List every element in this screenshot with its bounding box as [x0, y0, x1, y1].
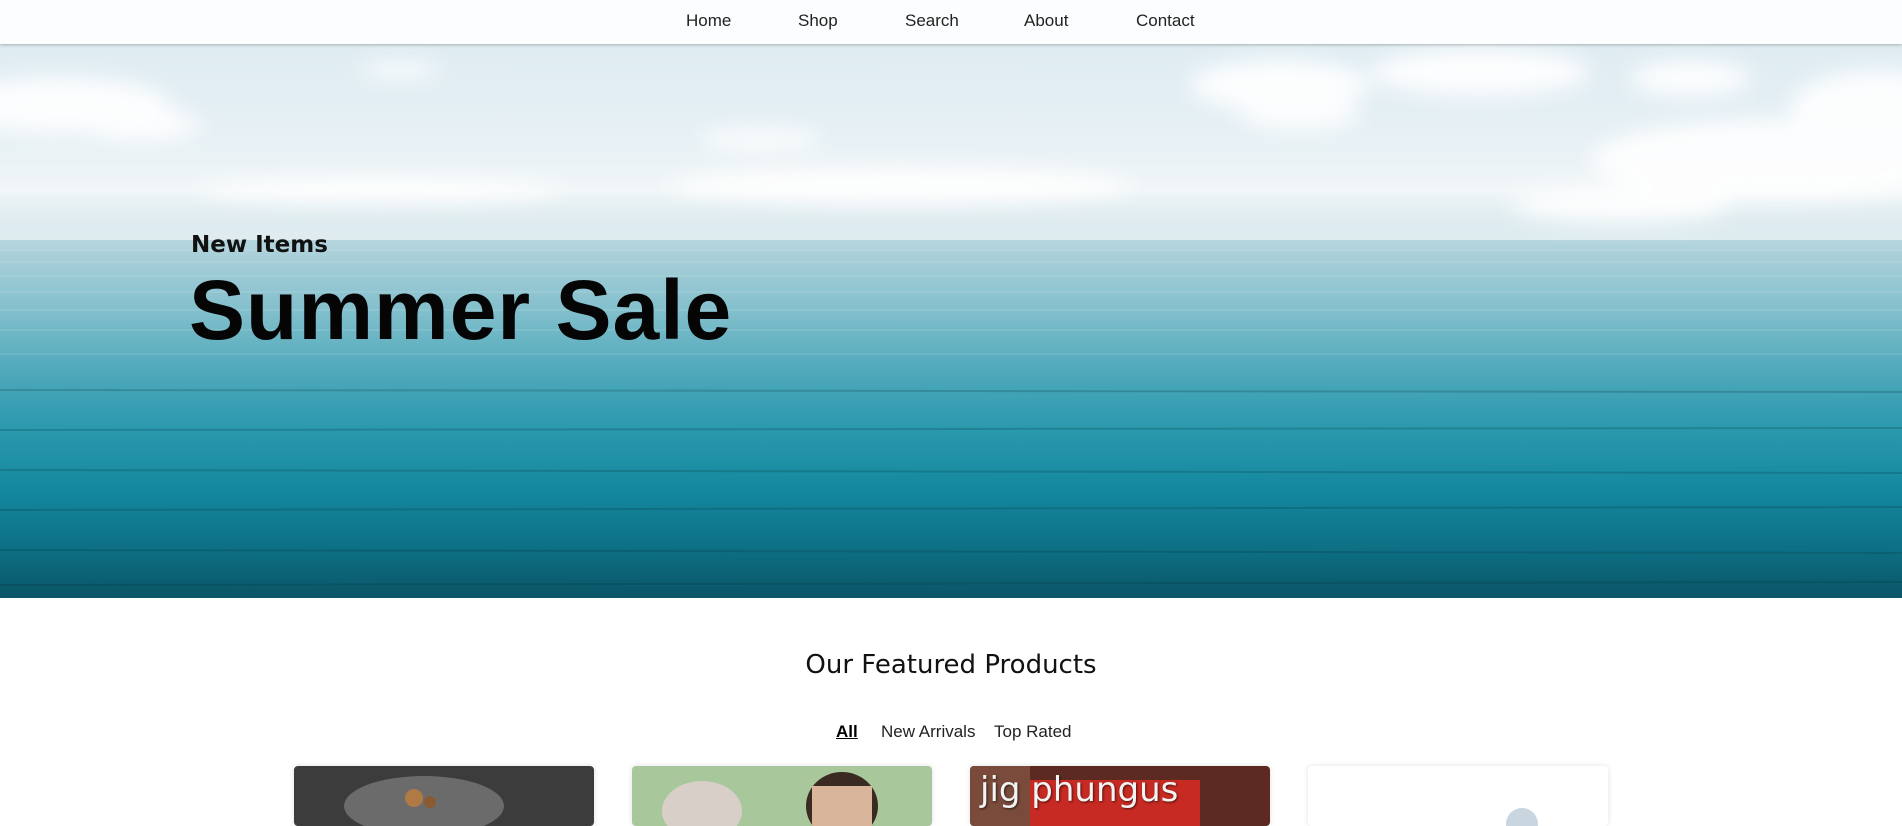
- nav-home-link[interactable]: Home: [686, 11, 731, 31]
- product-image: [294, 766, 594, 826]
- product-card[interactable]: [632, 766, 932, 826]
- product-card[interactable]: jig phungus: [970, 766, 1270, 826]
- product-image: [1308, 766, 1608, 826]
- product-image-caption: jig phungus: [980, 770, 1179, 810]
- product-card[interactable]: [1308, 766, 1608, 826]
- product-image: [632, 766, 932, 826]
- tab-all[interactable]: All: [836, 722, 858, 742]
- nav-shop-link[interactable]: Shop: [798, 11, 838, 31]
- featured-products-heading: Our Featured Products: [805, 650, 1097, 680]
- nav-search-link[interactable]: Search: [905, 11, 959, 31]
- product-card[interactable]: [294, 766, 594, 826]
- nav-contact-link[interactable]: Contact: [1136, 11, 1195, 31]
- hero-banner: New Items Summer Sale: [0, 0, 1902, 598]
- tab-new-arrivals[interactable]: New Arrivals: [881, 722, 975, 742]
- nav-about-link[interactable]: About: [1024, 11, 1068, 31]
- hero-kicker-text: New Items: [191, 232, 328, 258]
- top-navigation: Home Shop Search About Contact: [0, 0, 1902, 44]
- tab-top-rated[interactable]: Top Rated: [994, 722, 1072, 742]
- hero-title: Summer Sale: [189, 263, 733, 357]
